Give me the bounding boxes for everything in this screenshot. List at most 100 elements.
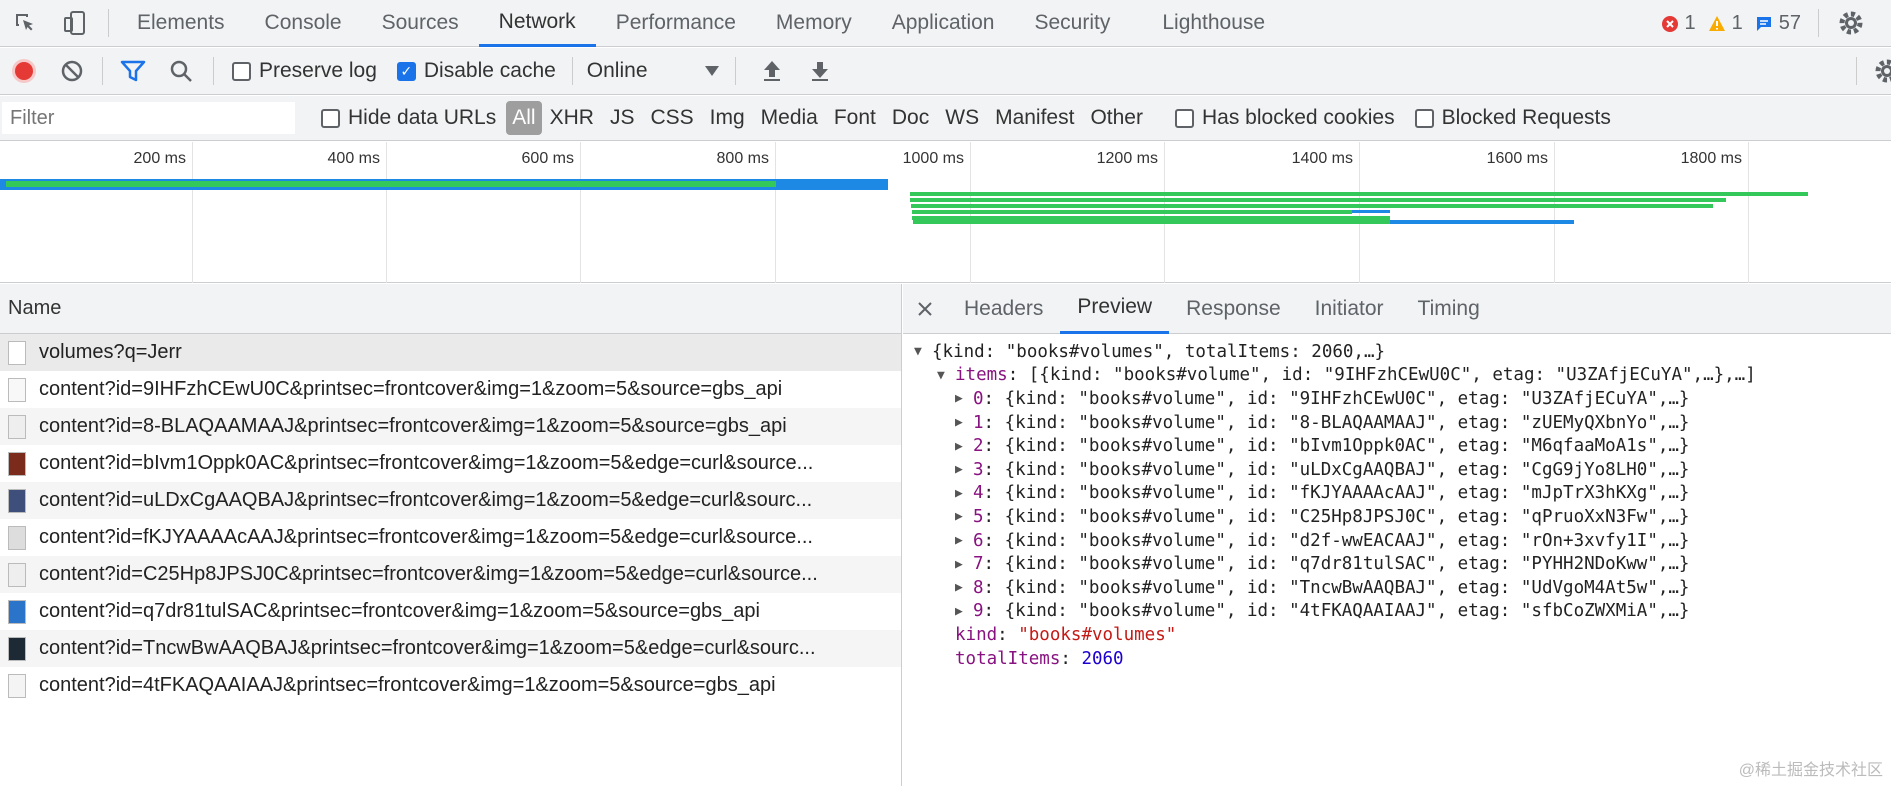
clear-button[interactable] (48, 48, 96, 94)
json-item-line[interactable]: ▶ 8: {kind: "books#volume", id: "TncwBwAA… (903, 576, 1891, 600)
expand-triangle-icon[interactable]: ▶ (955, 557, 973, 572)
request-row[interactable]: content?id=fKJYAAAAcAAJ&printsec=frontco… (0, 519, 901, 556)
detail-tab-initiator[interactable]: Initiator (1298, 284, 1401, 334)
error-icon (1661, 15, 1679, 33)
blocked-requests-box[interactable] (1414, 108, 1434, 128)
filter-icon (120, 59, 146, 83)
request-row[interactable]: content?id=8-BLAQAAMAAJ&printsec=frontco… (0, 408, 901, 445)
expand-triangle-icon[interactable]: ▼ (937, 368, 955, 383)
preserve-log-box[interactable] (232, 61, 251, 81)
console-counts[interactable]: 1 1 57 (1661, 0, 1801, 47)
filter-type-css[interactable]: CSS (642, 101, 701, 135)
expand-triangle-icon[interactable]: ▶ (955, 509, 973, 524)
overview-bar-green (912, 216, 1390, 220)
filter-type-img[interactable]: Img (702, 101, 753, 135)
request-row[interactable]: content?id=uLDxCgAAQBAJ&printsec=frontco… (0, 482, 901, 519)
json-items-line[interactable]: ▼ items: [{kind: "books#volume", id: "9IH… (903, 364, 1891, 388)
request-row[interactable]: content?id=q7dr81tulSAC&printsec=frontco… (0, 593, 901, 630)
detail-tabs: Headers Preview Response Initiator Timing (947, 284, 1497, 334)
expand-triangle-icon[interactable]: ▶ (955, 580, 973, 595)
device-toolbar-button[interactable] (50, 0, 100, 46)
export-har-button[interactable] (796, 48, 844, 94)
import-har-button[interactable] (748, 48, 796, 94)
request-row[interactable]: volumes?q=Jerr (0, 334, 901, 371)
search-button[interactable] (157, 48, 205, 94)
request-row[interactable]: content?id=bIvm1Oppk0AC&printsec=frontco… (0, 445, 901, 482)
hide-data-urls-checkbox[interactable]: Hide data URLs (311, 106, 506, 130)
json-item-line[interactable]: ▶ 1: {kind: "books#volume", id: "8-BLAQAA… (903, 411, 1891, 435)
detail-tab-timing[interactable]: Timing (1401, 284, 1497, 334)
settings-button[interactable] (1827, 0, 1875, 46)
image-thumbnail-icon (8, 562, 26, 587)
disable-cache-box[interactable]: ✓ (396, 61, 416, 81)
network-overview[interactable]: 200 ms 400 ms 600 ms 800 ms 1000 ms 1200 ms 14… (0, 142, 1891, 283)
json-item-line[interactable]: ▶ 4: {kind: "books#volume", id: "fKJYAAAA… (903, 482, 1891, 506)
tab-lighthouse[interactable]: Lighthouse (1142, 0, 1285, 47)
request-row[interactable]: content?id=C25Hp8JPSJ0C&printsec=frontco… (0, 556, 901, 593)
close-detail-button[interactable] (903, 286, 947, 332)
json-item-line[interactable]: ▶ 7: {kind: "books#volume", id: "q7dr81tu… (903, 552, 1891, 576)
request-name: content?id=8-BLAQAAMAAJ&printsec=frontco… (39, 415, 787, 437)
expand-triangle-icon[interactable]: ▼ (914, 344, 932, 359)
filter-type-media[interactable]: Media (753, 101, 826, 135)
json-item-line[interactable]: ▶ 5: {kind: "books#volume", id: "C25Hp8JP… (903, 505, 1891, 529)
detail-tab-preview[interactable]: Preview (1060, 284, 1170, 334)
filter-type-all[interactable]: All (506, 101, 542, 135)
name-column-label: Name (8, 297, 62, 319)
tab-application[interactable]: Application (872, 0, 1015, 47)
preserve-log-checkbox[interactable]: Preserve log (222, 59, 387, 83)
request-row[interactable]: content?id=4tFKAQAAIAAJ&printsec=frontco… (0, 667, 901, 704)
filter-input[interactable] (2, 102, 295, 134)
disable-cache-checkbox[interactable]: ✓ Disable cache (387, 59, 566, 83)
name-column-header[interactable]: Name (0, 284, 901, 334)
json-item-line[interactable]: ▶ 9: {kind: "books#volume", id: "4tFKAQAA… (903, 600, 1891, 624)
request-row[interactable]: content?id=TncwBwAAQBAJ&printsec=frontco… (0, 630, 901, 667)
detail-tab-response[interactable]: Response (1169, 284, 1298, 334)
request-list-pane: Name volumes?q=Jerr content?id=9IHFzhCEwU… (0, 284, 902, 786)
json-item-index: 0 (973, 388, 984, 409)
inspect-element-button[interactable] (0, 0, 50, 46)
filter-type-other[interactable]: Other (1082, 101, 1151, 135)
record-button[interactable] (0, 48, 48, 94)
has-blocked-cookies-box[interactable] (1174, 108, 1194, 128)
expand-triangle-icon[interactable]: ▶ (955, 439, 973, 454)
expand-triangle-icon[interactable]: ▶ (955, 486, 973, 501)
expand-triangle-icon[interactable]: ▶ (955, 415, 973, 430)
json-item-index: 3 (973, 459, 984, 480)
network-settings-button[interactable] (1863, 48, 1891, 94)
detail-tabbar: Headers Preview Response Initiator Timing (903, 284, 1891, 334)
filter-type-manifest[interactable]: Manifest (987, 101, 1082, 135)
json-item-line[interactable]: ▶ 6: {kind: "books#volume", id: "d2f-wwEA… (903, 529, 1891, 553)
tab-network[interactable]: Network (478, 0, 596, 47)
expand-triangle-icon[interactable]: ▶ (955, 604, 973, 619)
blocked-requests-checkbox[interactable]: Blocked Requests (1405, 106, 1621, 130)
request-row[interactable]: content?id=9IHFzhCEwU0C&printsec=frontco… (0, 371, 901, 408)
error-count: 1 (1684, 12, 1696, 34)
throttling-select[interactable]: Online (579, 59, 719, 83)
filter-type-font[interactable]: Font (826, 101, 884, 135)
divider (1818, 9, 1819, 37)
tab-elements[interactable]: Elements (117, 0, 245, 47)
tab-memory[interactable]: Memory (756, 0, 872, 47)
filter-type-xhr[interactable]: XHR (542, 101, 602, 135)
tab-sources[interactable]: Sources (362, 0, 479, 47)
json-item-line[interactable]: ▶ 3: {kind: "books#volume", id: "uLDxCgAA… (903, 458, 1891, 482)
json-item-line[interactable]: ▶ 0: {kind: "books#volume", id: "9IHFzhCE… (903, 387, 1891, 411)
image-thumbnail-icon (8, 525, 26, 550)
tab-performance[interactable]: Performance (596, 0, 756, 47)
filter-type-js[interactable]: JS (602, 101, 643, 135)
expand-triangle-icon[interactable]: ▶ (955, 533, 973, 548)
tab-console[interactable]: Console (245, 0, 362, 47)
detail-tab-headers[interactable]: Headers (947, 284, 1060, 334)
json-root-line[interactable]: ▼ {kind: "books#volumes", totalItems: 206… (903, 340, 1891, 364)
json-item-line[interactable]: ▶ 2: {kind: "books#volume", id: "bIvm1Opp… (903, 434, 1891, 458)
tab-security[interactable]: Security (1014, 0, 1130, 47)
filter-type-ws[interactable]: WS (937, 101, 987, 135)
filter-type-doc[interactable]: Doc (884, 101, 937, 135)
expand-triangle-icon[interactable]: ▶ (955, 462, 973, 477)
expand-triangle-icon[interactable]: ▶ (955, 391, 973, 406)
network-toolbar: Preserve log ✓ Disable cache Online (0, 48, 1891, 95)
hide-data-urls-box[interactable] (321, 108, 340, 128)
filter-toggle-button[interactable] (109, 48, 157, 94)
has-blocked-cookies-checkbox[interactable]: Has blocked cookies (1165, 106, 1405, 130)
